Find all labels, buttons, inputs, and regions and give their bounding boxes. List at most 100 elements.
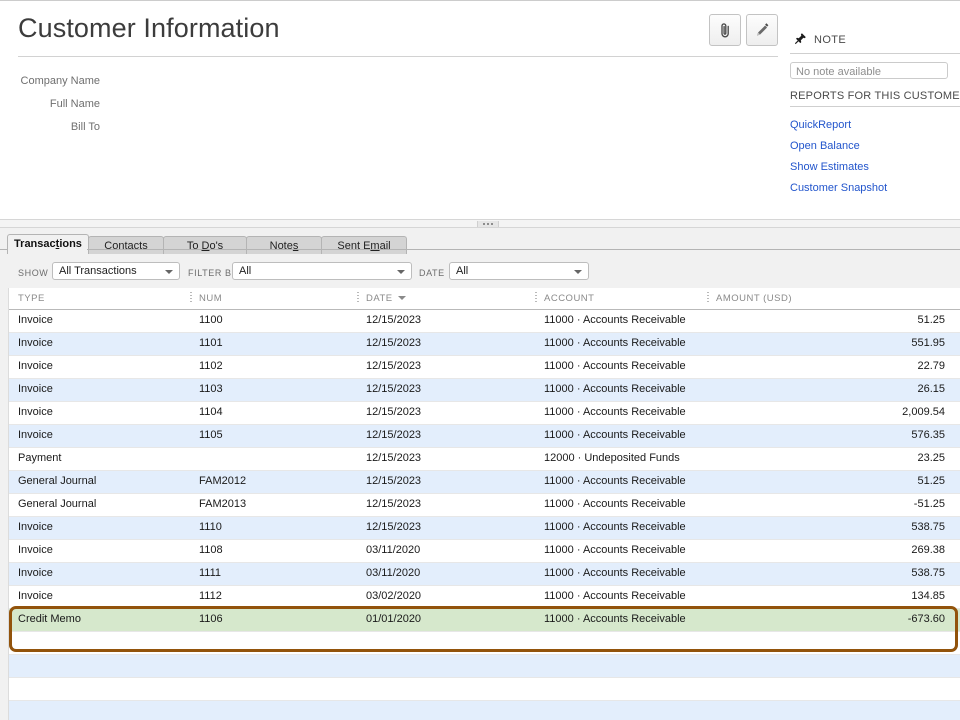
filter-by-dropdown-value: All: [239, 265, 251, 277]
column-header-date-label: DATE: [366, 293, 393, 304]
cell-date: 12/15/2023: [366, 475, 531, 487]
report-link-quickreport[interactable]: QuickReport: [790, 119, 960, 131]
table-row[interactable]: Credit Memo110601/01/202011000 · Account…: [9, 609, 960, 632]
cell-account: 11000 · Accounts Receivable: [544, 429, 709, 441]
cell-date: 12/15/2023: [366, 383, 531, 395]
cell-date: 12/15/2023: [366, 429, 531, 441]
date-label: DATE: [419, 268, 445, 278]
table-row[interactable]: Invoice110112/15/202311000 · Accounts Re…: [9, 333, 960, 356]
column-resize-grip-account[interactable]: [535, 292, 537, 304]
cell-amount: 269.38: [725, 544, 945, 556]
page-title: Customer Information: [18, 13, 280, 44]
cell-type: Invoice: [18, 406, 188, 418]
table-row[interactable]: Invoice110012/15/202311000 · Accounts Re…: [9, 310, 960, 333]
column-header-amount[interactable]: AMOUNT (USD): [716, 293, 792, 304]
cell-amount: 26.15: [725, 383, 945, 395]
cell-type: Invoice: [18, 360, 188, 372]
column-resize-grip-num[interactable]: [190, 292, 192, 304]
table-row[interactable]: Invoice111203/02/202011000 · Accounts Re…: [9, 586, 960, 609]
cell-account: 11000 · Accounts Receivable: [544, 498, 709, 510]
cell-type: Payment: [18, 452, 188, 464]
column-resize-grip-date[interactable]: [357, 292, 359, 304]
cell-account: 11000 · Accounts Receivable: [544, 521, 709, 533]
pane-splitter[interactable]: [0, 219, 960, 228]
cell-num: 1101: [199, 337, 359, 349]
table-row[interactable]: Invoice111103/11/202011000 · Accounts Re…: [9, 563, 960, 586]
cell-num: 1108: [199, 544, 359, 556]
report-link-customer-snapshot[interactable]: Customer Snapshot: [790, 182, 960, 194]
table-row[interactable]: Invoice111012/15/202311000 · Accounts Re…: [9, 517, 960, 540]
table-row[interactable]: [9, 655, 960, 678]
splitter-handle[interactable]: [477, 221, 499, 227]
tab-sent-email-mnemonic: m: [370, 240, 379, 252]
cell-account: 11000 · Accounts Receivable: [544, 406, 709, 418]
filter-by-label: FILTER BY: [188, 268, 238, 278]
cell-amount: 134.85: [725, 590, 945, 602]
table-row[interactable]: Invoice110312/15/202311000 · Accounts Re…: [9, 379, 960, 402]
cell-date: 12/15/2023: [366, 452, 531, 464]
table-row[interactable]: General JournalFAM201212/15/202311000 · …: [9, 471, 960, 494]
note-input[interactable]: No note available: [790, 62, 948, 79]
tab-transactions[interactable]: Transactions: [7, 234, 89, 254]
show-label: SHOW: [18, 268, 48, 278]
grid-left-gutter: [0, 288, 9, 720]
bill-to-label: Bill To: [0, 121, 100, 133]
cell-date: 12/15/2023: [366, 521, 531, 533]
cell-account: 11000 · Accounts Receivable: [544, 544, 709, 556]
table-row[interactable]: [9, 678, 960, 701]
table-row[interactable]: Invoice110212/15/202311000 · Accounts Re…: [9, 356, 960, 379]
filter-bar: SHOW All Transactions FILTER BY All DATE…: [0, 252, 960, 288]
cell-amount: 538.75: [725, 567, 945, 579]
grid-header-row: TYPE NUM DATE ACCOUNT AMOUNT (USD): [9, 288, 960, 310]
cell-date: 03/11/2020: [366, 567, 531, 579]
attachment-button[interactable]: [709, 14, 741, 46]
table-row[interactable]: General JournalFAM201312/15/202311000 · …: [9, 494, 960, 517]
tab-notes-mnemonic: s: [293, 240, 299, 252]
chevron-down-icon: [574, 270, 582, 274]
column-header-num[interactable]: NUM: [199, 293, 222, 304]
cell-date: 12/15/2023: [366, 406, 531, 418]
tab-notes-pre: Note: [270, 240, 293, 252]
cell-type: General Journal: [18, 475, 188, 487]
edit-button[interactable]: [746, 14, 778, 46]
table-row[interactable]: Invoice110803/11/202011000 · Accounts Re…: [9, 540, 960, 563]
reports-divider: [790, 106, 960, 107]
cell-account: 11000 · Accounts Receivable: [544, 590, 709, 602]
cell-date: 12/15/2023: [366, 337, 531, 349]
cell-amount: -673.60: [725, 613, 945, 625]
filter-by-dropdown[interactable]: All: [232, 262, 412, 280]
tab-todos-pre: To: [187, 240, 202, 252]
cell-account: 11000 · Accounts Receivable: [544, 360, 709, 372]
report-link-show-estimates[interactable]: Show Estimates: [790, 161, 960, 173]
cell-num: 1104: [199, 406, 359, 418]
report-link-open-balance[interactable]: Open Balance: [790, 140, 960, 152]
cell-num: 1100: [199, 314, 359, 326]
show-dropdown[interactable]: All Transactions: [52, 262, 180, 280]
date-dropdown[interactable]: All: [449, 262, 589, 280]
customer-information-panel: Customer Information Company Name Full N…: [0, 0, 960, 220]
cell-account: 12000 · Undeposited Funds: [544, 452, 709, 464]
cell-type: Invoice: [18, 337, 188, 349]
cell-amount: 576.35: [725, 429, 945, 441]
table-row[interactable]: [9, 701, 960, 720]
column-header-date[interactable]: DATE: [366, 293, 406, 304]
cell-type: Invoice: [18, 383, 188, 395]
table-row[interactable]: Invoice 1104 12/15/2023 11000 · Accounts Re…: [9, 402, 960, 425]
column-header-account[interactable]: ACCOUNT: [544, 293, 594, 304]
show-dropdown-value: All Transactions: [59, 265, 137, 277]
sort-descending-icon: [398, 296, 406, 300]
cell-account: 11000 · Accounts Receivable: [544, 475, 709, 487]
cell-date: 03/11/2020: [366, 544, 531, 556]
column-header-type[interactable]: TYPE: [18, 293, 45, 304]
column-resize-grip-amount[interactable]: [707, 292, 709, 304]
table-row[interactable]: [9, 632, 960, 655]
tab-strip: Transactions Contacts To Do's Notes Sent…: [0, 228, 960, 250]
tab-sent-email-post: ail: [380, 240, 391, 252]
cell-amount: 51.25: [725, 314, 945, 326]
date-dropdown-value: All: [456, 265, 468, 277]
tab-contacts-label: Contacts: [104, 240, 147, 252]
chevron-down-icon: [397, 270, 405, 274]
table-row[interactable]: Invoice110512/15/202311000 · Accounts Re…: [9, 425, 960, 448]
table-row[interactable]: Payment 12/15/2023 12000 · Undeposited Fun…: [9, 448, 960, 471]
tab-sent-email-pre: Sent E: [337, 240, 370, 252]
